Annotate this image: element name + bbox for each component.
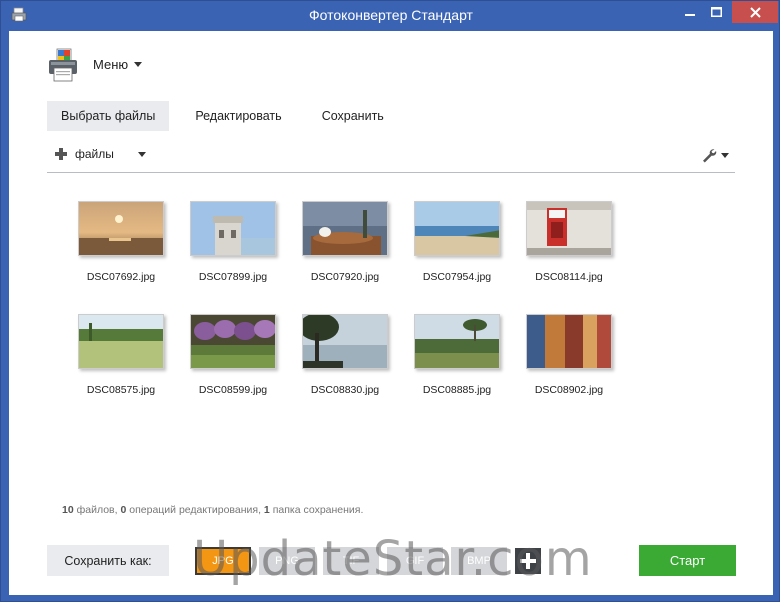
- settings-button[interactable]: [701, 147, 729, 163]
- sunset-photo[interactable]: [78, 201, 164, 256]
- save-as-label: Сохранить как:: [47, 545, 169, 576]
- start-button[interactable]: Старт: [639, 545, 736, 576]
- format-jpg-button[interactable]: JPG: [195, 547, 251, 575]
- chevron-down-icon[interactable]: [137, 151, 146, 157]
- file-name: DSC07954.jpg: [422, 271, 492, 283]
- files-text: файлов,: [76, 504, 118, 516]
- main-panel: Меню Выбрать файлы Редактировать Сохрани…: [9, 31, 773, 595]
- file-item[interactable]: DSC07954.jpg: [401, 201, 513, 283]
- file-item[interactable]: DSC07899.jpg: [177, 201, 289, 283]
- file-name: DSC07899.jpg: [198, 271, 268, 283]
- minimize-icon: [684, 14, 695, 16]
- fabric-photo[interactable]: [526, 314, 612, 369]
- file-name: DSC07692.jpg: [86, 271, 156, 283]
- status-summary: 10 файлов, 0 операций редактирования, 1 …: [62, 504, 363, 516]
- tree-lake-photo[interactable]: [302, 314, 388, 369]
- add-files-label: файлы: [75, 147, 114, 161]
- format-bmp-button[interactable]: BMP: [451, 547, 507, 575]
- add-files-button[interactable]: файлы: [55, 147, 146, 161]
- tab-select-files[interactable]: Выбрать файлы: [47, 101, 170, 131]
- tab-bar: Выбрать файлы Редактировать Сохранить: [47, 101, 398, 131]
- file-name: DSC08114.jpg: [535, 271, 603, 283]
- files-toolbar: файлы: [47, 143, 735, 173]
- red-sign-photo[interactable]: [526, 201, 612, 256]
- edits-text: операций редактирования,: [129, 504, 261, 516]
- file-item[interactable]: DSC08902.jpg: [513, 314, 625, 396]
- folders-count: 1: [263, 504, 270, 516]
- beach-photo[interactable]: [414, 201, 500, 256]
- format-tif-button[interactable]: TIF: [323, 547, 379, 575]
- file-name: DSC07920.jpg: [310, 271, 380, 283]
- tab-edit[interactable]: Редактировать: [181, 101, 295, 131]
- file-name: DSC08885.jpg: [422, 384, 492, 396]
- files-count: 10: [62, 504, 74, 516]
- close-icon: [749, 6, 761, 18]
- chevron-down-icon: [134, 62, 143, 67]
- format-selector: JPG PNG TIF GIF BMP: [195, 547, 541, 575]
- file-item[interactable]: DSC08114.jpg: [513, 201, 625, 283]
- maximize-button[interactable]: [703, 1, 730, 23]
- edits-count: 0: [120, 504, 127, 516]
- close-button[interactable]: [732, 1, 778, 23]
- menu-label: Меню: [93, 57, 129, 72]
- minimize-button[interactable]: [676, 1, 703, 23]
- file-name: DSC08830.jpg: [310, 384, 380, 396]
- printer-icon[interactable]: [47, 48, 79, 82]
- tower-photo[interactable]: [190, 201, 276, 256]
- menu-button[interactable]: Меню: [93, 57, 143, 72]
- folders-text: папка сохранения.: [272, 504, 364, 516]
- file-name: DSC08575.jpg: [86, 384, 156, 396]
- file-item[interactable]: DSC08830.jpg: [289, 314, 401, 396]
- tab-save[interactable]: Сохранить: [308, 101, 398, 131]
- file-item[interactable]: DSC08885.jpg: [401, 314, 513, 396]
- add-format-button[interactable]: [515, 548, 541, 574]
- file-name: DSC08902.jpg: [534, 384, 604, 396]
- file-item[interactable]: DSC07920.jpg: [289, 201, 401, 283]
- file-item[interactable]: DSC08575.jpg: [65, 314, 177, 396]
- file-item[interactable]: DSC08599.jpg: [177, 314, 289, 396]
- window-title: Фотоконвертер Стандарт: [309, 7, 473, 23]
- format-gif-button[interactable]: GIF: [387, 547, 443, 575]
- plus-icon: [55, 148, 67, 160]
- file-name: DSC08599.jpg: [198, 384, 268, 396]
- app-window: Фотоконвертер Стандарт Меню Выбрать файл…: [0, 0, 780, 602]
- file-item[interactable]: DSC07692.jpg: [65, 201, 177, 283]
- bird-nest-photo[interactable]: [302, 201, 388, 256]
- title-bar[interactable]: Фотоконвертер Стандарт: [1, 1, 780, 31]
- field-photo[interactable]: [78, 314, 164, 369]
- maximize-icon: [711, 7, 722, 17]
- format-png-button[interactable]: PNG: [259, 547, 315, 575]
- chevron-down-icon: [721, 152, 729, 158]
- palms-photo[interactable]: [414, 314, 500, 369]
- wrench-icon: [703, 149, 717, 163]
- eggplants-photo[interactable]: [190, 314, 276, 369]
